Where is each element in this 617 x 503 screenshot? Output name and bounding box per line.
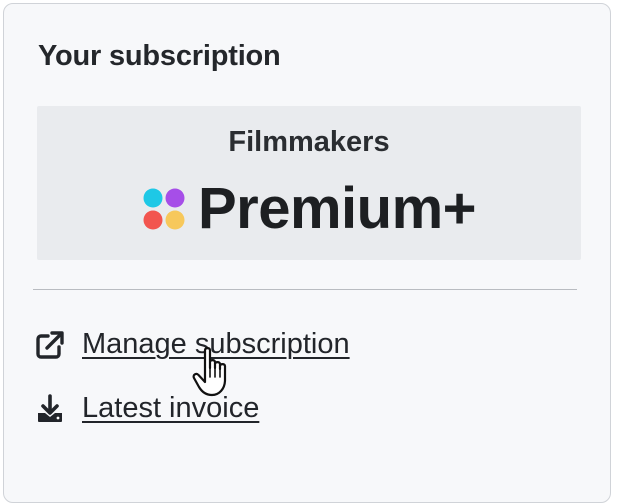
logo-dot-yellow [165,210,185,230]
logo-dot-purple [165,188,185,208]
latest-invoice-label[interactable]: Latest invoice [82,392,259,425]
plan-tier: Filmmakers [228,126,390,158]
logo-dot-cyan [143,188,163,208]
divider [33,289,577,290]
subscription-card: Your subscription Filmmakers Premium+ [3,3,611,503]
four-dots-logo-icon [143,188,185,230]
manage-subscription-link[interactable]: Manage subscription [34,328,350,361]
plan-name: Premium+ [197,176,477,241]
external-link-icon [36,330,64,359]
latest-invoice-link[interactable]: Latest invoice [34,392,259,425]
card-title: Your subscription [38,40,281,72]
manage-subscription-label[interactable]: Manage subscription [82,328,350,361]
plan-name-row: Premium+ [37,180,581,238]
plan-box: Filmmakers Premium+ [37,106,581,260]
logo-dot-red [143,210,163,230]
download-icon [38,393,62,422]
